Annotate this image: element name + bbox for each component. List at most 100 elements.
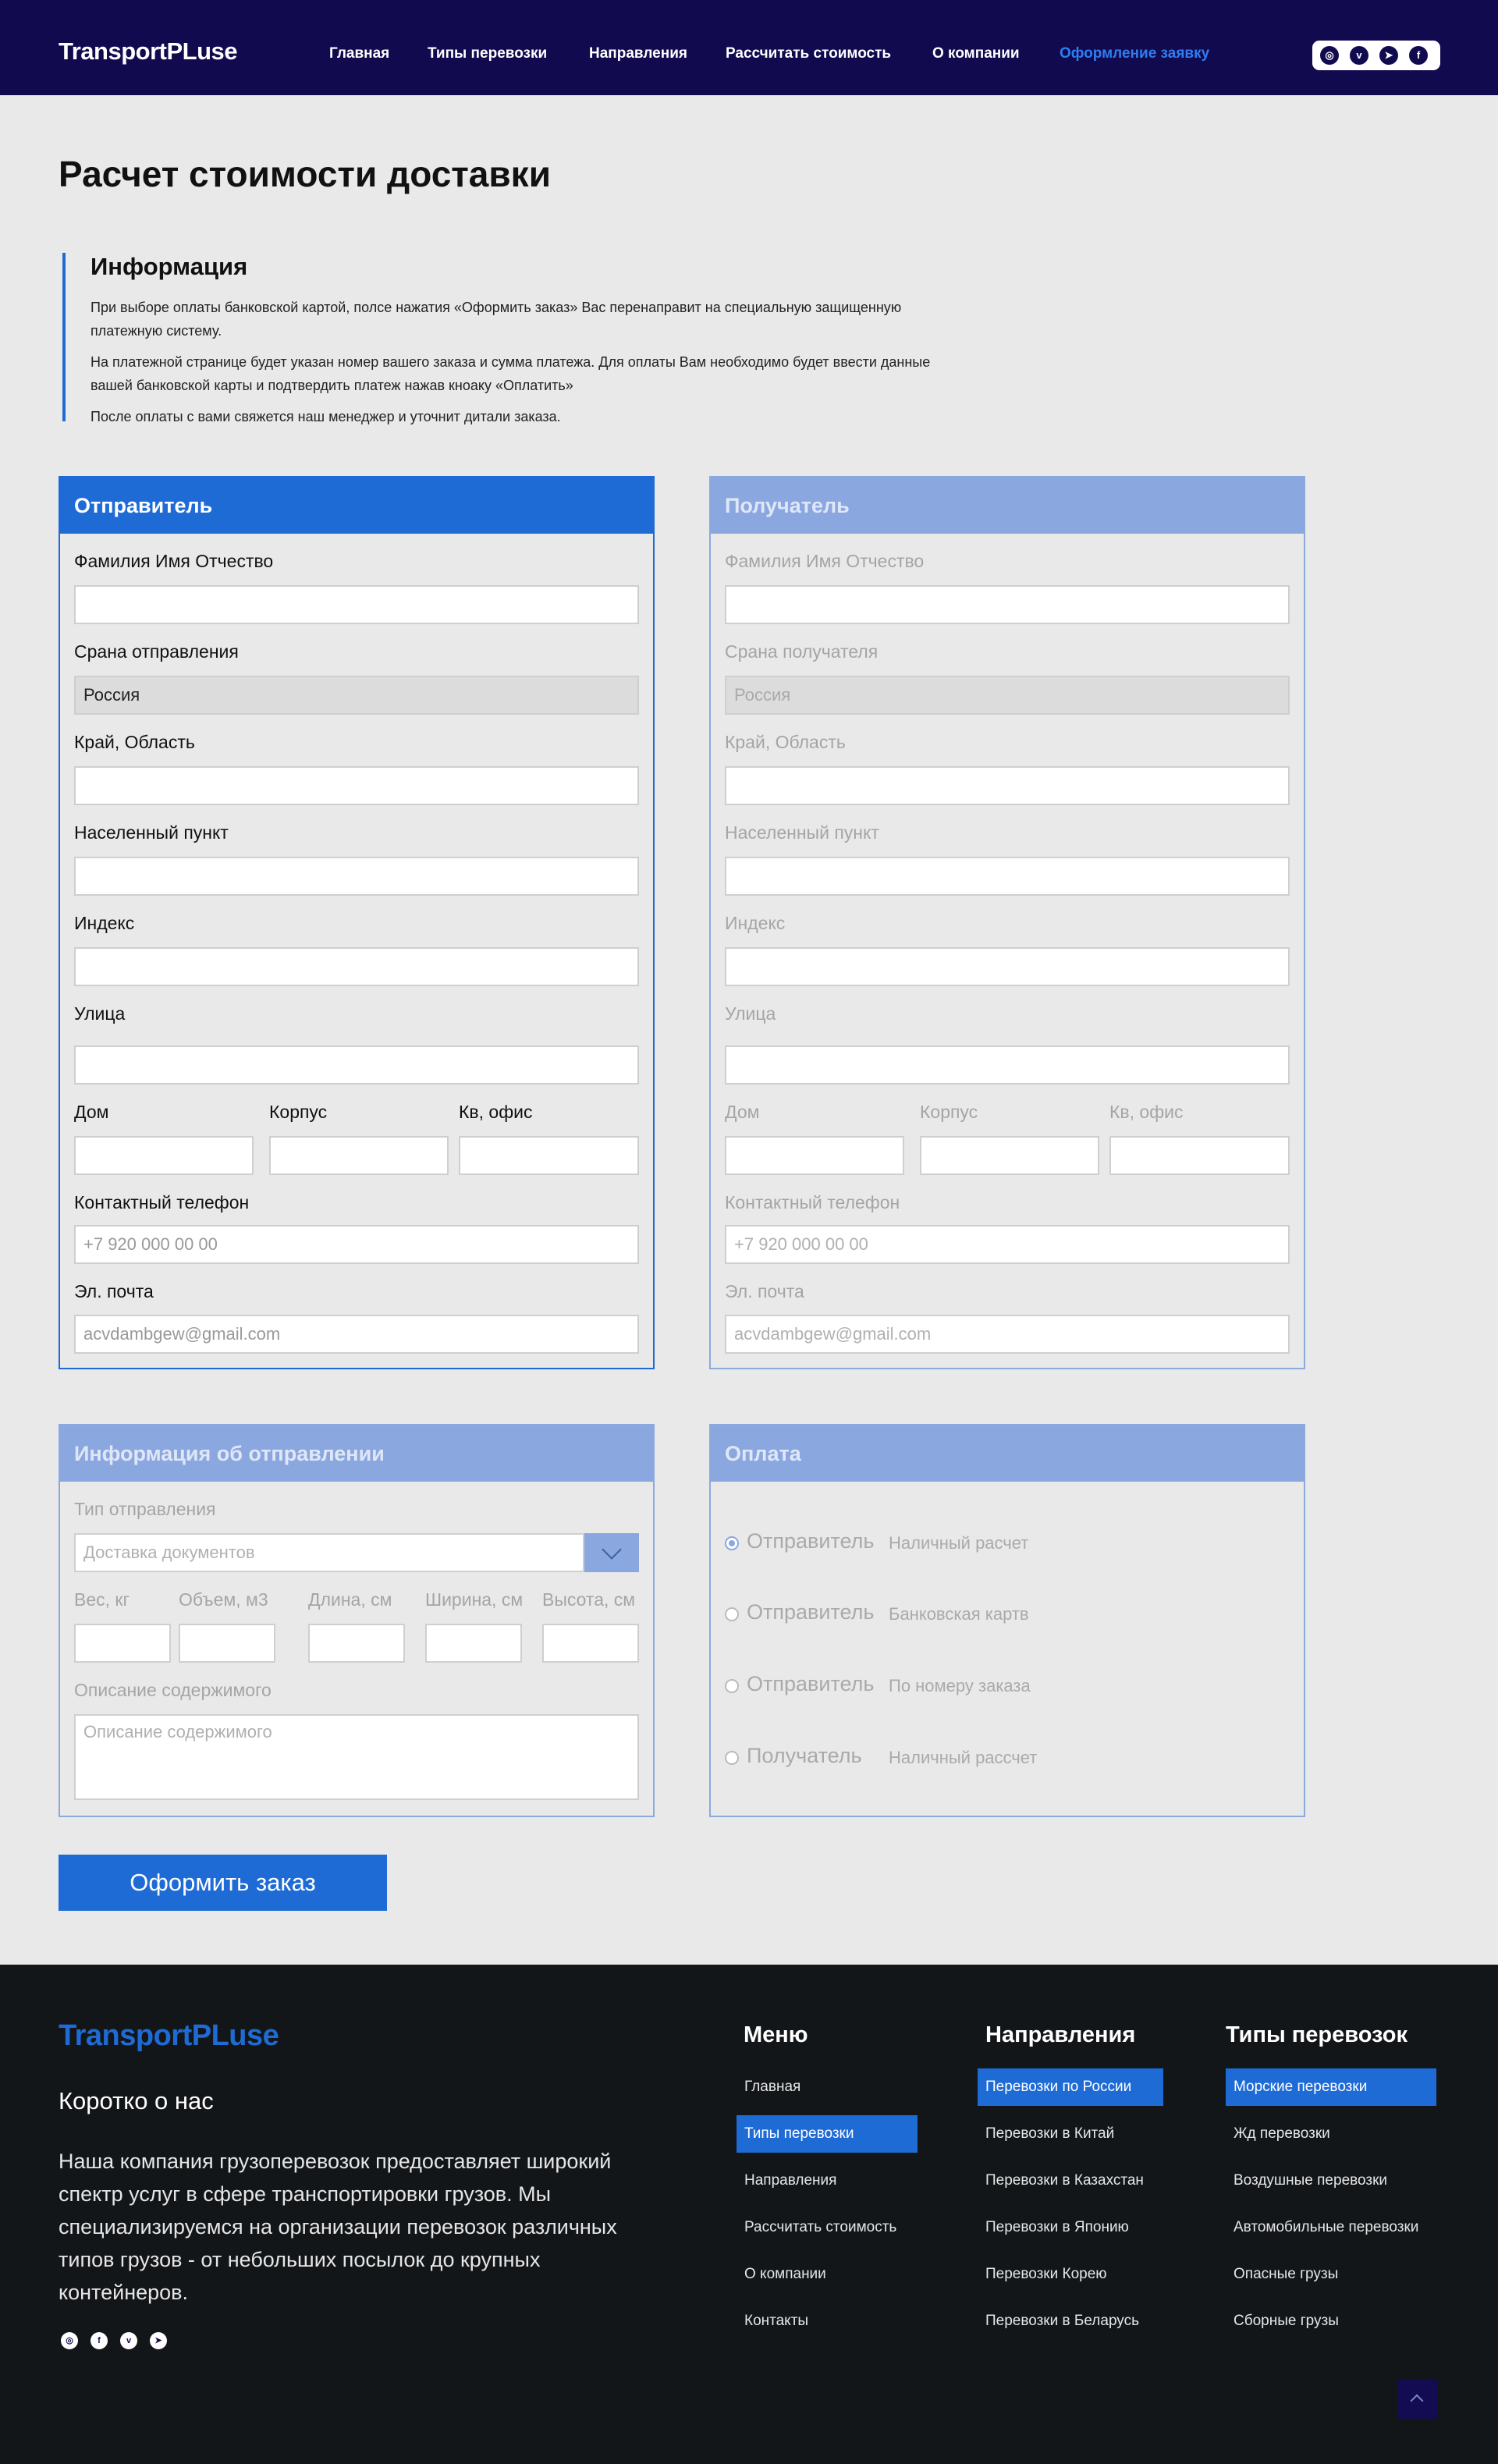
shipment-type-select[interactable]: Доставка документов: [74, 1533, 584, 1572]
vk-icon[interactable]: v: [1350, 46, 1368, 65]
sender-building-input[interactable]: [269, 1136, 449, 1175]
payment-radio[interactable]: [725, 1536, 739, 1550]
receiver-region-input[interactable]: [725, 766, 1290, 805]
flat-label: Кв, офис: [1109, 1102, 1184, 1122]
sender-fio-input[interactable]: [74, 585, 639, 624]
footer-type-item[interactable]: Сборные грузы: [1226, 2302, 1339, 2340]
instagram-icon[interactable]: ◎: [1320, 46, 1339, 65]
receiver-country-input[interactable]: Россия: [725, 676, 1290, 715]
footer-menu-item[interactable]: Типы перевозки: [737, 2115, 918, 2153]
width-input[interactable]: [425, 1624, 522, 1663]
city-label: Населенный пункт: [74, 822, 229, 843]
volume-input[interactable]: [179, 1624, 275, 1663]
logo[interactable]: TransportPLuse: [59, 37, 238, 66]
weight-input[interactable]: [74, 1624, 171, 1663]
footer-about-title: Коротко о нас: [59, 2087, 214, 2114]
payment-method: Наличный рассчет: [889, 1748, 1038, 1767]
footer-menu-item[interactable]: Контакты: [737, 2302, 808, 2340]
footer-menu-item[interactable]: Главная: [737, 2068, 800, 2106]
receiver-street-input[interactable]: [725, 1046, 1290, 1085]
sender-region-input[interactable]: [74, 766, 639, 805]
footer-direction-item[interactable]: Перевозки в Китай: [978, 2115, 1114, 2153]
nav-about[interactable]: О компании: [932, 45, 1020, 62]
payment-who: Получатель: [747, 1744, 862, 1767]
fio-label: Фамилия Имя Отчество: [725, 551, 925, 571]
receiver-index-input[interactable]: [725, 947, 1290, 986]
description-textarea[interactable]: Описание содержимого: [74, 1714, 639, 1800]
shipment-title: Информация об отправлении: [60, 1425, 653, 1482]
receiver-flat-input[interactable]: [1109, 1136, 1290, 1175]
footer-menu-item[interactable]: О компании: [737, 2256, 826, 2293]
sender-country-input[interactable]: Россия: [74, 676, 639, 715]
telegram-icon[interactable]: ➤: [150, 2332, 167, 2349]
height-input[interactable]: [542, 1624, 639, 1663]
telegram-icon[interactable]: ➤: [1379, 46, 1398, 65]
house-label: Дом: [725, 1102, 760, 1122]
footer-type-item[interactable]: Опасные грузы: [1226, 2256, 1338, 2293]
instagram-icon[interactable]: ◎: [61, 2332, 78, 2349]
payment-radio[interactable]: [725, 1751, 739, 1765]
receiver-city-input[interactable]: [725, 857, 1290, 896]
payment-method: Наличный расчет: [889, 1533, 1029, 1553]
sender-email-input[interactable]: acvdambgew@gmail.com: [74, 1315, 639, 1354]
receiver-building-input[interactable]: [920, 1136, 1099, 1175]
width-label: Ширина, см: [425, 1589, 524, 1610]
nav-calculate[interactable]: Рассчитать стоимость: [726, 45, 891, 62]
scroll-to-top-button[interactable]: [1398, 2380, 1437, 2419]
house-label: Дом: [74, 1102, 109, 1122]
receiver-email-input[interactable]: acvdambgew@gmail.com: [725, 1315, 1290, 1354]
sender-flat-input[interactable]: [459, 1136, 639, 1175]
receiver-fio-input[interactable]: [725, 585, 1290, 624]
street-label: Улица: [725, 1003, 776, 1024]
length-label: Длина, см: [308, 1589, 392, 1610]
facebook-icon[interactable]: f: [1409, 46, 1428, 65]
footer-type-item[interactable]: Жд перевозки: [1226, 2115, 1330, 2153]
index-label: Индекс: [74, 913, 135, 933]
social-links: ◎ v ➤ f: [1312, 41, 1440, 70]
vk-icon[interactable]: v: [120, 2332, 137, 2349]
chevron-down-icon[interactable]: [584, 1533, 639, 1572]
nav-transport-types[interactable]: Типы перевозки: [428, 45, 547, 62]
nav-directions[interactable]: Направления: [589, 45, 687, 62]
footer-menu-item[interactable]: Рассчитать стоимость: [737, 2209, 896, 2246]
payment-panel: Оплата Отправитель Наличный расчет Отпра…: [709, 1424, 1305, 1817]
nav-order[interactable]: Оформление заявку: [1060, 45, 1209, 62]
info-title: Информация: [91, 253, 248, 280]
phone-label: Контактный телефон: [74, 1192, 250, 1212]
email-label: Эл. почта: [725, 1281, 804, 1301]
footer-type-item[interactable]: Автомобильные перевозки: [1226, 2209, 1418, 2246]
country-label: Срана отправления: [74, 641, 239, 662]
footer-direction-item[interactable]: Перевозки в Беларусь: [978, 2302, 1139, 2340]
footer-type-item[interactable]: Воздушные перевозки: [1226, 2162, 1387, 2199]
desc-label: Описание содержимого: [74, 1680, 272, 1700]
footer-direction-item[interactable]: Перевозки по России: [978, 2068, 1163, 2106]
building-label: Корпус: [920, 1102, 978, 1122]
nav-home[interactable]: Главная: [329, 45, 389, 62]
length-input[interactable]: [308, 1624, 405, 1663]
sender-index-input[interactable]: [74, 947, 639, 986]
footer-direction-item[interactable]: Перевозки Корею: [978, 2256, 1107, 2293]
payment-who: Отправитель: [747, 1600, 875, 1624]
sender-city-input[interactable]: [74, 857, 639, 896]
payment-method: Банковская картв: [889, 1604, 1029, 1624]
sender-street-input[interactable]: [74, 1046, 639, 1085]
sender-house-input[interactable]: [74, 1136, 254, 1175]
page-title: Расчет стоимости доставки: [59, 154, 551, 194]
footer-logo[interactable]: TransportPLuse: [59, 2019, 279, 2053]
footer-direction-item[interactable]: Перевозки в Японию: [978, 2209, 1129, 2246]
region-label: Край, Область: [74, 732, 195, 752]
facebook-icon[interactable]: f: [91, 2332, 108, 2349]
receiver-phone-input[interactable]: +7 920 000 00 00: [725, 1225, 1290, 1264]
flat-label: Кв, офис: [459, 1102, 533, 1122]
footer-type-item[interactable]: Морские перевозки: [1226, 2068, 1436, 2106]
receiver-panel: Получатель Фамилия Имя Отчество Срана по…: [709, 476, 1305, 1369]
footer-menu-item[interactable]: Направления: [737, 2162, 836, 2199]
footer-direction-item[interactable]: Перевозки в Казахстан: [978, 2162, 1144, 2199]
submit-order-button[interactable]: Оформить заказ: [59, 1855, 387, 1911]
payment-radio[interactable]: [725, 1607, 739, 1621]
receiver-house-input[interactable]: [725, 1136, 904, 1175]
sender-phone-input[interactable]: +7 920 000 00 00: [74, 1225, 639, 1264]
sender-panel: Отправитель Фамилия Имя Отчество Срана о…: [59, 476, 655, 1369]
country-label: Срана получателя: [725, 641, 879, 662]
payment-radio[interactable]: [725, 1679, 739, 1693]
